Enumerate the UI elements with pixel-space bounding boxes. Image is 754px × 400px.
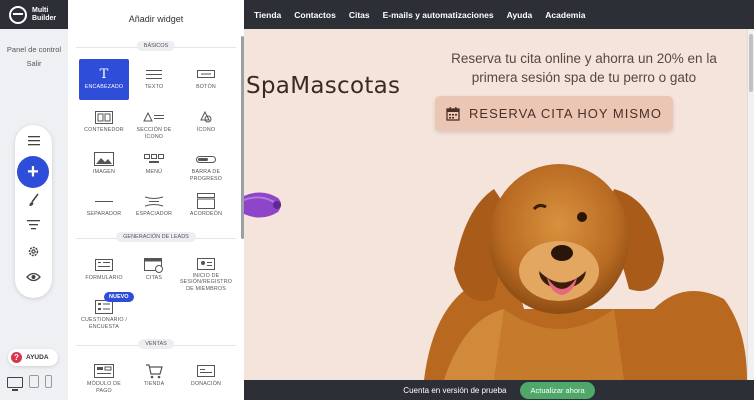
- member-card-icon: [197, 255, 215, 273]
- progress-bar-icon: [196, 149, 216, 169]
- donation-icon: [197, 361, 215, 381]
- nav-item-contactos[interactable]: Contactos: [294, 10, 336, 20]
- text-icon: [146, 64, 162, 84]
- widget-store[interactable]: TIENDA: [129, 356, 179, 398]
- device-switcher: [7, 375, 52, 391]
- payment-icon: [94, 361, 114, 381]
- widget-form[interactable]: FORMULARIO: [79, 250, 129, 292]
- nav-item-emails[interactable]: E-mails y automatizaciones: [383, 10, 494, 20]
- widget-member-login[interactable]: INICIO DE SESIÓN/REGISTRO DE MIEMBROS: [180, 250, 232, 292]
- gear-icon[interactable]: [15, 245, 52, 258]
- tool-bar: +: [15, 125, 52, 298]
- button-icon: [197, 64, 215, 84]
- widget-menu[interactable]: MENÚ: [129, 144, 179, 186]
- accordion-icon: [197, 191, 215, 211]
- widget-separator[interactable]: SEPARADOR: [79, 186, 129, 228]
- book-appointment-button[interactable]: RESERVA CITA HOY MISMO: [435, 96, 673, 131]
- widget-button[interactable]: BOTÓN: [181, 59, 231, 101]
- phone-icon[interactable]: [45, 375, 52, 388]
- nav-item-academia[interactable]: Academia: [545, 10, 585, 20]
- calendar-icon: [144, 255, 164, 275]
- logo-line2: Builder: [32, 14, 57, 22]
- cart-icon: [145, 361, 163, 381]
- logo-line1: Multi: [32, 6, 49, 14]
- section-basicos: BÁSICOS: [68, 41, 244, 53]
- widget-payment[interactable]: MÓDULO DE PAGO: [79, 356, 129, 398]
- left-rail: Multi Builder Panel de control Salir + ?…: [0, 0, 68, 400]
- site-nav: Tienda Contactos Citas E-mails y automat…: [244, 0, 754, 29]
- widget-appointments[interactable]: CITAS: [129, 250, 179, 292]
- widget-panel: Añadir widget BÁSICOS T ENCABEZADO TEXTO…: [68, 0, 244, 400]
- brush-icon[interactable]: [15, 193, 52, 207]
- container-icon: [95, 107, 113, 127]
- filter-icon[interactable]: [15, 220, 52, 231]
- section-ventas: VENTAS: [68, 339, 244, 351]
- golden-retriever-image: [424, 164, 747, 380]
- shapes-icon: [199, 107, 213, 127]
- new-badge: NUEVO: [104, 292, 134, 302]
- widget-icon[interactable]: ÍCONO: [181, 102, 231, 144]
- add-icon[interactable]: +: [17, 156, 49, 188]
- menu-widget-icon: [144, 149, 164, 169]
- exit-link[interactable]: Salir: [0, 59, 68, 68]
- app-logo[interactable]: Multi Builder: [0, 0, 68, 29]
- upgrade-button[interactable]: Actualizar ahora: [520, 381, 595, 399]
- icon-section-icon: [143, 107, 165, 127]
- form-icon: [95, 255, 113, 275]
- separator-icon: [95, 191, 113, 211]
- trial-text: Cuenta en versión de prueba: [403, 385, 507, 395]
- logo-icon: [9, 5, 27, 24]
- widget-container[interactable]: CONTENEDOR: [79, 102, 129, 144]
- tablet-icon[interactable]: [29, 375, 39, 388]
- trial-bar: Cuenta en versión de prueba Actualizar a…: [244, 380, 754, 400]
- canvas-scrollbar[interactable]: [747, 29, 754, 380]
- promo-line-1: Reserva tu cita online y ahorra un 20% e…: [451, 51, 717, 66]
- panel-title: Añadir widget: [128, 14, 184, 24]
- section-leads: GENERACIÓN DE LEADS: [68, 232, 244, 244]
- nav-item-citas[interactable]: Citas: [349, 10, 370, 20]
- widget-heading[interactable]: T ENCABEZADO: [79, 59, 129, 100]
- control-panel-link[interactable]: Panel de control: [0, 45, 68, 54]
- spacer-icon: [144, 191, 164, 211]
- page-canvas[interactable]: SpaMascotas Reserva tu cita online y aho…: [244, 29, 747, 380]
- menu-icon[interactable]: [15, 136, 52, 146]
- image-icon: [94, 149, 114, 169]
- widget-progress-bar[interactable]: BARRA DE PROGRESO: [181, 144, 231, 186]
- widget-icon-section[interactable]: SECCIÓN DE ÍCONO: [129, 102, 179, 144]
- widget-text[interactable]: TEXTO: [129, 59, 179, 101]
- cta-label: RESERVA CITA HOY MISMO: [469, 106, 662, 121]
- eye-icon[interactable]: [15, 272, 52, 282]
- heading-icon: T: [99, 66, 109, 82]
- help-icon: ?: [11, 352, 22, 363]
- help-label: AYUDA: [26, 354, 49, 361]
- hair-dryer-image: [244, 192, 281, 218]
- brand-title: SpaMascotas: [246, 73, 401, 99]
- widget-image[interactable]: IMAGEN: [79, 144, 129, 186]
- calendar-icon: [446, 106, 460, 121]
- widget-spacer[interactable]: ESPACIADOR: [129, 186, 179, 228]
- nav-item-ayuda[interactable]: Ayuda: [507, 10, 533, 20]
- nav-item-tienda[interactable]: Tienda: [254, 10, 281, 20]
- promo-line-2: primera sesión spa de tu perro o gato: [471, 70, 697, 85]
- help-button[interactable]: ? AYUDA: [8, 349, 58, 366]
- widget-donation[interactable]: DONACIÓN: [181, 356, 231, 398]
- desktop-icon[interactable]: [7, 377, 23, 391]
- widget-accordion[interactable]: ACORDEÓN: [181, 186, 231, 228]
- promo-text: Reserva tu cita online y ahorra un 20% e…: [419, 49, 747, 87]
